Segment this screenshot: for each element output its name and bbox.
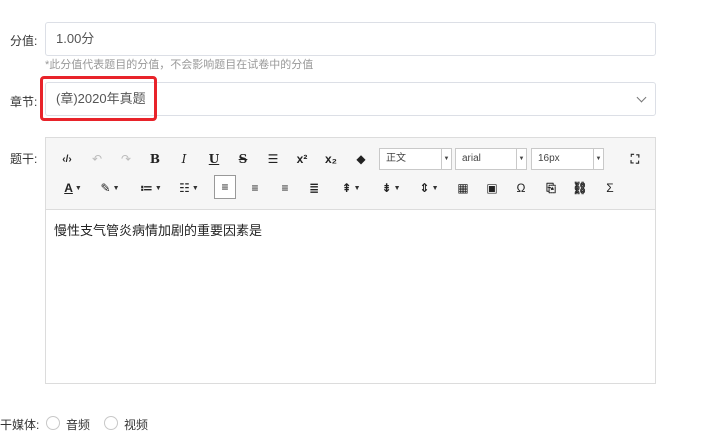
highlight-box [40, 76, 157, 121]
italic-icon[interactable]: I [173, 149, 195, 169]
question-label: 题干: [10, 152, 38, 166]
special-char-icon[interactable]: Ω [510, 178, 532, 198]
subscript-icon[interactable]: x₂ [320, 149, 342, 169]
line-height-icon[interactable]: ⇕ ▼ [414, 178, 444, 198]
dropdown-arrow-icon: ▼ [441, 149, 451, 169]
link-icon[interactable]: ⛓ [569, 178, 591, 198]
strikethrough-icon[interactable]: S [232, 149, 254, 169]
paste-icon[interactable]: ⎘ [540, 178, 562, 198]
image-icon[interactable]: ▣ [481, 178, 503, 198]
dropdown-arrow-icon: ▼ [516, 149, 526, 169]
radio-video-label[interactable]: 视频 [124, 416, 148, 433]
font-size-select[interactable]: 16px ▼ [531, 148, 604, 170]
font-size-value: 16px [538, 153, 560, 164]
table-icon[interactable]: ▦ [452, 178, 474, 198]
editor-content[interactable]: 慢性支气管炎病情加剧的重要因素是 [54, 220, 262, 239]
background-color-icon[interactable]: ✎ ▼ [95, 178, 125, 198]
chevron-down-icon [636, 92, 647, 103]
row-spacing-bottom-icon[interactable]: ⇟ ▼ [376, 178, 406, 198]
source-code-icon[interactable]: ‹/› [56, 149, 78, 169]
ordered-list-icon[interactable]: ≔ ▼ [136, 178, 166, 198]
radio-audio-label[interactable]: 音频 [66, 416, 90, 433]
font-family-select[interactable]: arial ▼ [455, 148, 527, 170]
underline-icon[interactable]: U [203, 149, 225, 169]
bold-icon[interactable]: B [144, 149, 166, 169]
rich-text-editor: ‹/› ↶ ↷ B I U S ☰ x² x₂ ◆ 正文 ▼ arial ▼ 1… [45, 137, 656, 384]
dropdown-arrow-icon: ▼ [593, 149, 603, 169]
redo-icon[interactable]: ↷ [115, 149, 137, 169]
editor-toolbar: ‹/› ↶ ↷ B I U S ☰ x² x₂ ◆ 正文 ▼ arial ▼ 1… [46, 138, 655, 210]
score-hint: *此分值代表题目的分值，不会影响题目在试卷中的分值 [45, 59, 314, 71]
fullscreen-icon[interactable]: ⛶ [624, 149, 646, 169]
radio-audio[interactable] [46, 416, 60, 430]
align-justify-icon[interactable]: ≣ [303, 178, 325, 198]
clear-format-icon[interactable]: ◆ [350, 149, 372, 169]
paragraph-format-select[interactable]: 正文 ▼ [379, 148, 452, 170]
superscript-icon[interactable]: x² [291, 149, 313, 169]
align-left-icon[interactable]: ≡ [214, 175, 236, 199]
unordered-list-icon[interactable]: ☷ ▼ [174, 178, 204, 198]
radio-video[interactable] [104, 416, 118, 430]
horizontal-rule-icon[interactable]: ☰ [262, 149, 284, 169]
formula-icon[interactable]: Σ [599, 178, 621, 198]
score-input[interactable]: 1.00分 [45, 22, 656, 56]
font-family-value: arial [462, 153, 481, 164]
undo-icon[interactable]: ↶ [86, 149, 108, 169]
media-label: 干媒体: [0, 418, 40, 432]
chapter-label: 章节: [10, 95, 38, 109]
paragraph-format-value: 正文 [386, 153, 406, 164]
font-color-icon[interactable]: A ▼ [58, 178, 88, 198]
align-right-icon[interactable]: ≡ [274, 178, 296, 198]
score-label: 分值: [10, 34, 38, 48]
row-spacing-top-icon[interactable]: ⇞ ▼ [336, 178, 366, 198]
align-center-icon[interactable]: ≡ [244, 178, 266, 198]
